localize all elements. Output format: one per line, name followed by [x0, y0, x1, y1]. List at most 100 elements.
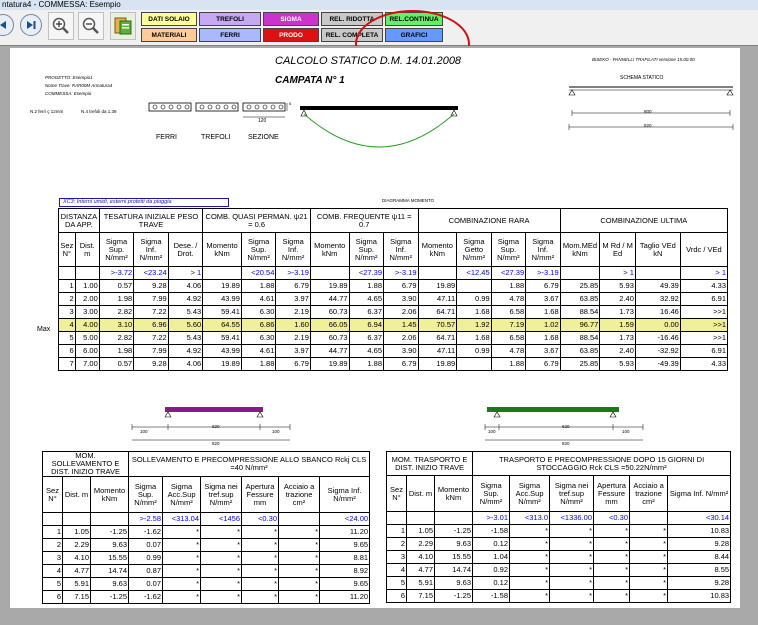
schema-label: SCHEMA STATICO	[620, 75, 664, 81]
lift-cell: 7.15	[62, 590, 91, 604]
transport-cell: *	[509, 576, 551, 590]
ferri-info: N.2 ferri ç 12mm	[30, 109, 64, 114]
lift-cell: 9.65	[319, 577, 371, 591]
main-cell: 0.99	[456, 292, 492, 306]
main-col-header: Vrdc / VEd	[679, 232, 729, 267]
transport-cell: 1.04	[472, 550, 511, 564]
transport-cell: 8.55	[667, 563, 732, 577]
table-row: 6 7.15 -1.25 -1.58 * * * * 10.83	[386, 589, 732, 603]
lift-cell: *	[278, 551, 321, 565]
main-cell: 1.73	[599, 305, 636, 319]
main-cell: 4.61	[240, 344, 277, 358]
export-button[interactable]	[110, 12, 136, 40]
zoom-out-button[interactable]	[78, 12, 104, 40]
table-row: 5 5.91 9.63 0.12 * * * * 9.28	[386, 576, 732, 590]
table-row: 5 5.91 9.63 0.07 * * * * 9.65	[42, 577, 371, 591]
main-cell: 4.78	[490, 292, 527, 306]
prodo-button[interactable]: PRODO	[263, 28, 319, 42]
dati-solaio-button[interactable]: DATI SOLAIO	[141, 12, 197, 26]
main-cell: 6.37	[348, 305, 385, 319]
progetto-text: PROGETTO: Esempio1	[45, 75, 93, 80]
main-limit-cell: > 1	[679, 266, 729, 280]
main-cell: 7.00	[74, 357, 100, 371]
lift-cell: 6	[42, 590, 63, 604]
main-cell: 60.73	[309, 331, 350, 345]
main-cell: 5	[58, 331, 76, 345]
main-cell: 59.41	[202, 305, 242, 319]
group-rara: COMBINAZIONE RARA	[417, 208, 561, 233]
play-back-button[interactable]	[0, 14, 14, 36]
transport-limit-cell: <30.14	[667, 511, 732, 525]
main-limit-cell: <20.54	[240, 266, 277, 280]
main-cell: 1.88	[240, 357, 277, 371]
main-cell: 7.99	[133, 344, 169, 358]
transport-cell: *	[509, 589, 551, 603]
main-cell: 47.11	[417, 292, 458, 306]
next-button[interactable]	[20, 14, 42, 36]
zoom-in-button[interactable]	[48, 12, 74, 40]
main-cell: 4.92	[167, 292, 204, 306]
sollevamento-table: MOM. SOLLEVAMENTO E DIST. INIZIO TRAVE S…	[41, 451, 371, 604]
main-limit-cell	[417, 266, 458, 280]
transport-cell: 6	[386, 589, 407, 603]
main-cell: 5.93	[599, 357, 636, 371]
nome-trave-text: Nome Trave: RAR00M Armatura4	[45, 83, 113, 88]
lift-cell: *	[278, 538, 321, 552]
transport-header-row: Sez N° Dist. m Momento kNm Sigma Sup. N/mm²…	[386, 475, 732, 512]
main-cell: 1.88	[490, 357, 527, 371]
table-row: 2 2.29 9.63 0.07 * * * * 9.65	[42, 538, 371, 552]
main-cell: 6.58	[490, 331, 527, 345]
table-row: 1 1.00 0.57 9.28 4.06 19.89 1.88 6.79 19.89 1.88 6…	[58, 279, 729, 293]
main-cell: 19.89	[309, 357, 350, 371]
transport-limit-cell: <1336.00	[549, 511, 595, 525]
main-cell: 1.98	[98, 292, 135, 306]
main-cell: 25.85	[559, 279, 601, 293]
lift-cell: 9.63	[89, 538, 130, 552]
main-cell: 7.99	[133, 292, 169, 306]
lift-cell: *	[162, 590, 202, 604]
lift-cell: 1	[42, 525, 63, 539]
lift-cell: 8.81	[319, 551, 371, 565]
main-limit-cell: >-3.19	[383, 266, 419, 280]
trefoli-label: TREFOLI	[201, 134, 231, 141]
main-cell: 1.68	[525, 305, 561, 319]
ferri-button[interactable]: FERRI	[199, 28, 261, 42]
section-drawings	[148, 102, 288, 118]
lift-col-header: Sigma Acc.Sup N/mm²	[162, 476, 202, 513]
transport-cell: *	[549, 550, 595, 564]
main-cell: 4.33	[679, 357, 729, 371]
lift-cell: *	[162, 551, 202, 565]
main-cell: 60.73	[309, 305, 350, 319]
table-row: 2 2.29 9.63 0.12 * * * * 9.28	[386, 537, 732, 551]
lift-cell: *	[162, 538, 202, 552]
main-cell: 0.57	[98, 357, 135, 371]
lift-cell: *	[200, 525, 243, 539]
main-col-header: Sigma Inf. N/mm²	[133, 232, 169, 267]
lift-limit-cell: <0.30	[241, 512, 280, 526]
main-cell: 5.60	[167, 318, 204, 332]
table-row: 4 4.77 14.74 0.92 * * * * 8.55	[386, 563, 732, 577]
transport-col-header: Sez N°	[386, 475, 407, 512]
transport-cell: -1.58	[472, 589, 511, 603]
main-cell: 6	[58, 344, 76, 358]
lift-cell: *	[200, 551, 243, 565]
main-cell: 2.19	[275, 305, 311, 319]
lift-cell: *	[241, 590, 280, 604]
report-sheet: CALCOLO STATICO D.M. 14.01.2008 BISEKO -…	[10, 48, 740, 608]
commessa-text: COMMESSA: Esempio	[45, 91, 92, 96]
transport-cell: *	[629, 589, 669, 603]
main-col-header: Sigma Inf. N/mm²	[525, 232, 561, 267]
lift-limit-cell: >-2.58	[128, 512, 164, 526]
lift-cell: -1.62	[128, 590, 164, 604]
sigma-button[interactable]: SIGMA	[263, 12, 319, 26]
materiali-button[interactable]: MATERIALI	[141, 28, 197, 42]
table-row: 4 4.77 14.74 0.87 * * * * 8.92	[42, 564, 371, 578]
transport-cell: 9.63	[433, 537, 474, 551]
main-cell: 0.57	[98, 279, 135, 293]
main-cell: 6.37	[348, 331, 385, 345]
transport-cell: *	[629, 537, 669, 551]
main-cell: 6.86	[240, 318, 277, 332]
trefoli-button[interactable]: TREFOLI	[199, 12, 261, 26]
transport-cell: 4.10	[406, 550, 435, 564]
lift-col-header: Sigma nei tref.sup N/mm²	[200, 476, 243, 513]
